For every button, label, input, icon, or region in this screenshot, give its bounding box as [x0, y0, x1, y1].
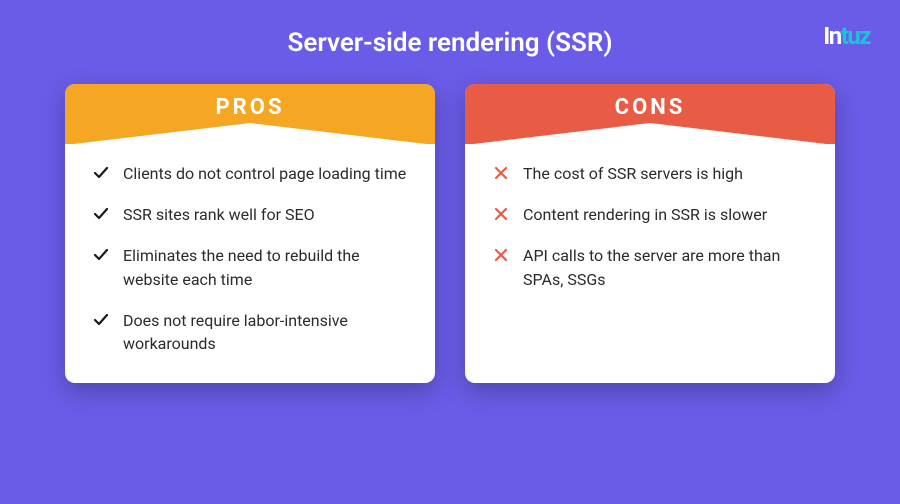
cross-icon	[493, 165, 509, 181]
pro-text: Clients do not control page loading time	[123, 162, 406, 185]
cons-body: The cost of SSR servers is high Content …	[465, 144, 835, 383]
list-item: Content rendering in SSR is slower	[493, 203, 807, 226]
pros-header: PROS	[65, 84, 435, 144]
con-text: API calls to the server are more than SP…	[523, 244, 807, 290]
cons-header-label: CONS	[615, 95, 686, 120]
cross-icon	[493, 247, 509, 263]
brand-logo: Intuz	[823, 22, 870, 50]
pro-text: SSR sites rank well for SEO	[123, 203, 315, 226]
cons-header: CONS	[465, 84, 835, 144]
logo-part-2: tuz	[841, 22, 870, 50]
pros-card: PROS Clients do not control page loading…	[65, 84, 435, 383]
pros-body: Clients do not control page loading time…	[65, 144, 435, 383]
logo-part-1: In	[823, 22, 840, 50]
list-item: Does not require labor-intensive workaro…	[93, 309, 407, 355]
list-item: Eliminates the need to rebuild the websi…	[93, 244, 407, 290]
cards-container: PROS Clients do not control page loading…	[0, 84, 900, 383]
list-item: The cost of SSR servers is high	[493, 162, 807, 185]
list-item: API calls to the server are more than SP…	[493, 244, 807, 290]
check-icon	[93, 312, 109, 328]
check-icon	[93, 247, 109, 263]
con-text: The cost of SSR servers is high	[523, 162, 743, 185]
check-icon	[93, 206, 109, 222]
pro-text: Eliminates the need to rebuild the websi…	[123, 244, 407, 290]
con-text: Content rendering in SSR is slower	[523, 203, 767, 226]
pros-header-label: PROS	[216, 95, 285, 120]
cons-card: CONS The cost of SSR servers is high Con…	[465, 84, 835, 383]
list-item: Clients do not control page loading time	[93, 162, 407, 185]
page-title: Server-side rendering (SSR)	[0, 0, 900, 84]
check-icon	[93, 165, 109, 181]
list-item: SSR sites rank well for SEO	[93, 203, 407, 226]
cross-icon	[493, 206, 509, 222]
pro-text: Does not require labor-intensive workaro…	[123, 309, 407, 355]
